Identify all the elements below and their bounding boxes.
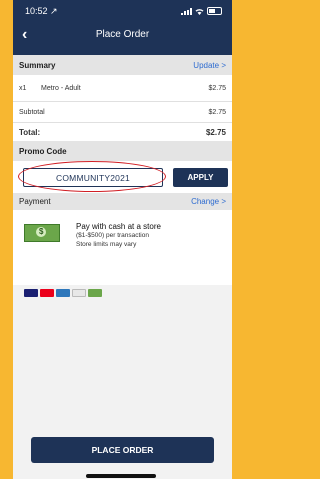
status-bar: 10:52 ↗ [13, 0, 232, 22]
subtotal-label: Subtotal [19, 108, 45, 116]
payment-header: Payment Change > [13, 193, 232, 210]
payment-label: Payment [19, 197, 51, 206]
promo-code-label: Promo Code [13, 141, 232, 161]
card-logos-area [13, 285, 232, 315]
total-row: Total: $2.75 [13, 123, 232, 141]
line-item-desc: x1 Metro - Adult [19, 85, 81, 92]
signal-icon [181, 7, 192, 15]
card-logos [24, 289, 102, 297]
visa-logo-icon [24, 289, 38, 297]
payment-method-text: Pay with cash at a store ($1-$500) per t… [76, 222, 161, 249]
nav-row: ‹ Place Order [13, 22, 232, 55]
cash-logo-icon [88, 289, 102, 297]
payment-method-title: Pay with cash at a store [76, 222, 161, 231]
cash-icon [24, 224, 60, 242]
total-label: Total: [19, 127, 41, 137]
line-item-name: Metro - Adult [41, 84, 81, 92]
app-header: 10:52 ↗ ‹ Place Order [13, 0, 232, 55]
status-icons [181, 7, 222, 15]
line-item-price: $2.75 [208, 84, 226, 92]
phone-screen: 10:52 ↗ ‹ Place Order Summary Update > x… [13, 0, 232, 479]
update-link[interactable]: Update > [193, 61, 226, 70]
mastercard-logo-icon [40, 289, 54, 297]
total-value: $2.75 [205, 127, 226, 137]
payment-method-range: ($1-$500) per transaction [76, 232, 149, 239]
line-item-qty: x1 [19, 84, 27, 92]
summary-label: Summary [19, 60, 56, 70]
line-item-row: x1 Metro - Adult $2.75 [13, 75, 232, 102]
wifi-icon [195, 8, 204, 15]
apply-button[interactable]: APPLY [173, 168, 228, 187]
page-title: Place Order [95, 29, 150, 40]
amex-logo-icon [56, 289, 70, 297]
battery-icon [207, 7, 222, 15]
discover-logo-icon [72, 289, 86, 297]
payment-method-card[interactable]: Pay with cash at a store ($1-$500) per t… [13, 210, 232, 285]
home-indicator [86, 474, 156, 478]
payment-method-note: Store limits may vary [76, 241, 137, 248]
highlight-circle [18, 161, 166, 192]
summary-header: Summary Update > [13, 55, 232, 75]
change-link[interactable]: Change > [191, 197, 226, 206]
subtotal-row: Subtotal $2.75 [13, 102, 232, 123]
place-order-button[interactable]: PLACE ORDER [31, 437, 214, 463]
promo-code-area: COMMUNITY2021 APPLY [13, 161, 232, 193]
subtotal-value: $2.75 [208, 108, 226, 116]
status-time: 10:52 ↗ [25, 5, 58, 16]
